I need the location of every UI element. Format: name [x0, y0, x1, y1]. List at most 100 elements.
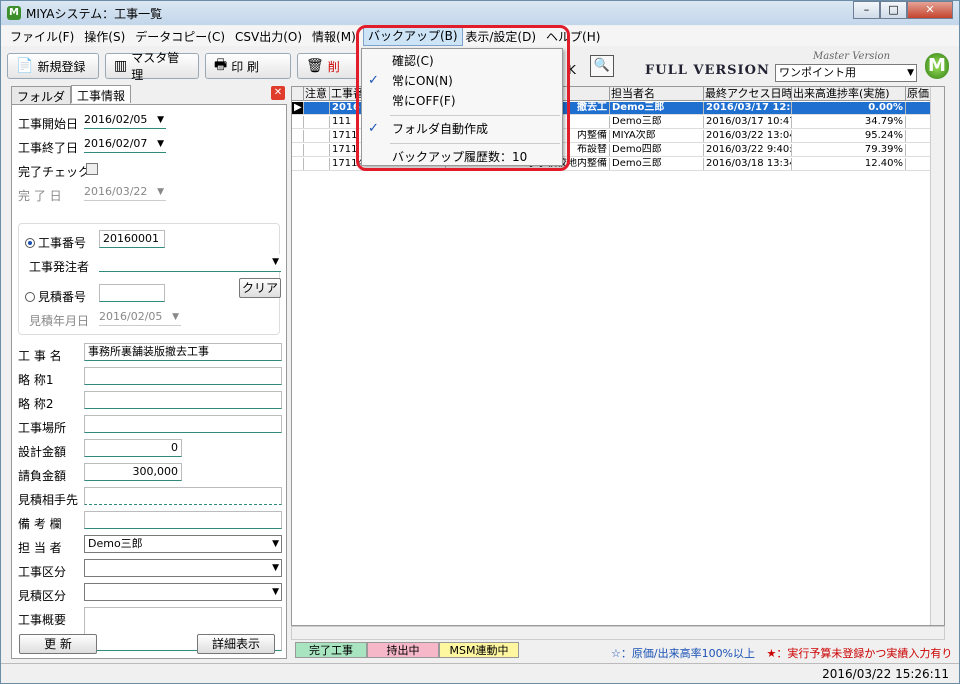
- left-panel: フォルダ 工事情報 ✕ 工事開始日 2016/02/05 ▼ 工事終了日 2016…: [7, 85, 287, 659]
- orderer-select[interactable]: ▼: [99, 254, 281, 272]
- radio-off-icon: [25, 292, 35, 302]
- close-button[interactable]: ✕: [907, 1, 953, 19]
- place-label: 工事場所: [18, 421, 67, 435]
- chevron-down-icon: ▼: [172, 312, 179, 322]
- app-logo-icon: M: [7, 6, 21, 20]
- menu-info[interactable]: 情報(M): [307, 28, 361, 45]
- number-group: 工事番号 20160001 工事発注者 ▼ クリア 見積番号 見積年月日 201…: [18, 223, 281, 335]
- abbr1-label: 略 称1: [18, 373, 54, 387]
- delete-button[interactable]: 🗑 削: [297, 53, 359, 79]
- new-button[interactable]: 📄 新規登録: [7, 53, 99, 79]
- koji-kubun-select[interactable]: ▼: [84, 559, 282, 577]
- abbr2-input[interactable]: [84, 391, 282, 409]
- design-amount-input[interactable]: 0: [84, 439, 182, 457]
- header-caution[interactable]: 注意: [304, 87, 330, 100]
- minimize-button[interactable]: –: [853, 1, 880, 19]
- abbr2-label: 略 称2: [18, 397, 54, 411]
- clock: 2016/03/22 15:26:11: [822, 667, 949, 681]
- chevron-down-icon: ▼: [157, 139, 164, 149]
- master-version-label: Master Version: [813, 51, 891, 62]
- partner-input[interactable]: [84, 487, 282, 505]
- search-button[interactable]: 🔍: [590, 55, 614, 77]
- start-date-field[interactable]: 2016/02/05 ▼: [84, 111, 166, 129]
- note-input[interactable]: [84, 511, 282, 529]
- search-icon: 🔍: [593, 58, 611, 73]
- brand-logo-icon: M: [925, 53, 949, 79]
- tab-koji-info[interactable]: 工事情報: [71, 85, 132, 103]
- grid-icon: ▥: [114, 58, 128, 74]
- menu-operation[interactable]: 操作(S): [79, 28, 130, 45]
- legend-carried: 持出中: [367, 642, 439, 658]
- summary-label: 工事概要: [18, 613, 67, 627]
- tab-folder[interactable]: フォルダ: [11, 86, 72, 104]
- status-bar: 2016/03/22 15:26:11: [1, 663, 959, 683]
- koji-no-input[interactable]: 20160001: [99, 230, 165, 248]
- header-person[interactable]: 担当者名: [610, 87, 704, 100]
- koji-no-radio[interactable]: 工事番号: [25, 234, 86, 251]
- vertical-scrollbar[interactable]: [930, 87, 944, 625]
- end-date-label: 工事終了日: [18, 141, 79, 155]
- legend-done: 完了工事: [295, 642, 367, 658]
- partner-label: 見積相手先: [18, 493, 79, 507]
- end-date-field[interactable]: 2016/02/07 ▼: [84, 135, 166, 153]
- mitsu-kubun-select[interactable]: ▼: [84, 583, 282, 601]
- mitsu-date-field[interactable]: 2016/02/05 ▼: [99, 308, 181, 326]
- update-button[interactable]: 更 新: [19, 634, 97, 654]
- menu-csv[interactable]: CSV出力(O): [230, 28, 307, 45]
- person-label: 担 当 者: [18, 541, 62, 555]
- mitsu-no-input[interactable]: [99, 284, 165, 302]
- koji-kubun-label: 工事区分: [18, 565, 67, 579]
- mitsu-date-label: 見積年月日: [29, 314, 90, 328]
- menu-file[interactable]: ファイル(F): [5, 28, 79, 45]
- header-last-access[interactable]: 最終アクセス日時: [704, 87, 792, 100]
- document-icon: 📄: [16, 58, 34, 74]
- design-amount-label: 設計金額: [18, 445, 67, 459]
- person-select[interactable]: Demo三郎 ▼: [84, 535, 282, 553]
- koji-name-input[interactable]: 事務所裏舗装版撤去工事: [84, 343, 282, 361]
- header-cost[interactable]: 原価: [906, 87, 932, 100]
- header-progress[interactable]: 出来高進捗率(実施): [792, 87, 906, 100]
- menu-data-copy[interactable]: データコピー(C): [130, 28, 230, 45]
- note-label: 備 考 欄: [18, 517, 62, 531]
- full-version-label: FULL VERSION: [645, 63, 770, 78]
- chevron-down-icon: ▼: [272, 257, 279, 267]
- chevron-down-icon: ▼: [907, 68, 914, 78]
- highlight-annotation: [356, 25, 570, 171]
- trash-icon: 🗑: [306, 58, 324, 74]
- mitsu-kubun-label: 見積区分: [18, 589, 67, 603]
- done-check-label: 完了チェック: [18, 165, 91, 179]
- detail-button[interactable]: 詳細表示: [197, 634, 275, 654]
- place-input[interactable]: [84, 415, 282, 433]
- title-bar: M MIYAシステム：工事一覧 – □ ✕: [1, 1, 959, 25]
- clear-button[interactable]: クリア: [239, 278, 281, 298]
- maximize-button[interactable]: □: [880, 1, 907, 19]
- row-indicator-header: [292, 87, 304, 100]
- start-date-label: 工事開始日: [18, 117, 79, 131]
- legend-note: ☆：原価/出来高率100%以上 ★：実行予算未登録かつ実績入力有り: [611, 645, 952, 661]
- star-filled-icon: ★：実行予算未登録かつ実績入力有り: [766, 647, 953, 660]
- done-date-label: 完 了 日: [18, 189, 62, 203]
- done-date-field[interactable]: 2016/03/22 ▼: [84, 183, 166, 201]
- window-title: MIYAシステム：工事一覧: [26, 6, 163, 21]
- mode-select[interactable]: ワンポイント用 ▼: [775, 64, 917, 82]
- main-window: M MIYAシステム：工事一覧 – □ ✕ ファイル(F) 操作(S) データコ…: [0, 0, 960, 684]
- chevron-down-icon: ▼: [272, 563, 279, 573]
- done-checkbox[interactable]: [86, 163, 98, 175]
- chevron-down-icon: ▼: [157, 187, 164, 197]
- chevron-down-icon: ▼: [272, 587, 279, 597]
- legend-msm: MSM連動中: [439, 642, 519, 658]
- koji-info-form: 工事開始日 2016/02/05 ▼ 工事終了日 2016/02/07 ▼ 完了チェ…: [11, 104, 287, 659]
- close-icon[interactable]: ✕: [271, 86, 285, 100]
- printer-icon: 🖶: [214, 57, 228, 73]
- print-button[interactable]: 🖶 印 刷: [205, 53, 291, 79]
- abbr1-input[interactable]: [84, 367, 282, 385]
- status-legend: 完了工事 持出中 MSM連動中: [295, 642, 519, 660]
- horizontal-scrollbar[interactable]: [291, 626, 945, 640]
- contract-amount-input[interactable]: 300,000: [84, 463, 182, 481]
- chevron-down-icon: ▼: [157, 115, 164, 125]
- star-outline-icon: ☆：原価/出来高率100%以上: [611, 647, 756, 660]
- master-button[interactable]: ▥ マスタ管理: [105, 51, 199, 82]
- orderer-label: 工事発注者: [29, 260, 90, 274]
- mitsu-no-radio[interactable]: 見積番号: [25, 288, 86, 305]
- radio-on-icon: [25, 238, 35, 248]
